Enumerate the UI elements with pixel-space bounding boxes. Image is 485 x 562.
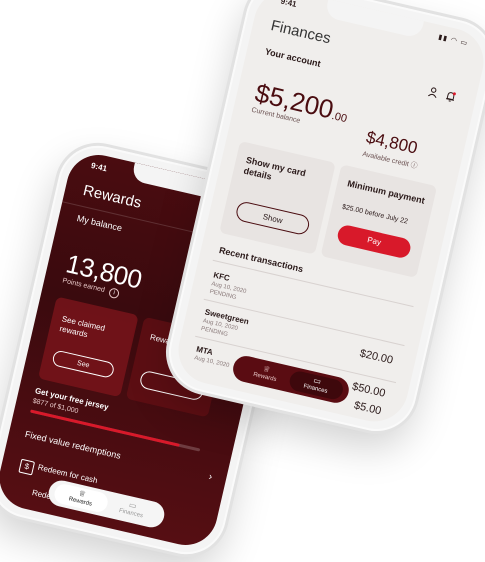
chevron-right-icon[interactable]: › <box>208 471 214 482</box>
bottom-nav: ♕ Rewards ▭ Finances <box>46 478 167 530</box>
transaction-date: Aug 10, 2020 <box>193 355 230 370</box>
min-payment-card: Minimum payment $25.00 before July 22 Pa… <box>320 164 438 278</box>
card-icon: ▭ <box>128 500 138 511</box>
finances-screen: 9:41 ▮▮ ◠ ▭ Finances Your account $5,200… <box>171 0 485 429</box>
nav-rewards[interactable]: ♕ Rewards <box>52 482 110 514</box>
min-payment-label: Minimum payment <box>346 178 426 206</box>
min-payment-sub: $25.00 before July 22 <box>341 203 409 226</box>
status-time: 9:41 <box>90 160 108 174</box>
card-details-label: Show my card details <box>242 154 307 182</box>
bottom-nav: ♕ Rewards ▭ Finances <box>230 353 352 406</box>
show-button[interactable]: Show <box>234 200 312 237</box>
nav-finances[interactable]: ▭ Finances <box>103 494 160 526</box>
info-icon[interactable]: ⓘ <box>410 162 418 170</box>
card-details-card: Show my card details Show <box>219 140 336 255</box>
card-icon: ▭ <box>312 375 323 387</box>
trophy-icon: ♕ <box>77 488 87 499</box>
see-button[interactable]: See <box>51 349 116 379</box>
current-balance: $5,200.00 <box>252 78 351 130</box>
claimed-rewards-label: See claimed rewards <box>58 314 106 340</box>
page-title: Finances <box>269 17 333 48</box>
status-time: 9:41 <box>279 0 298 9</box>
signal-wifi-battery-icon: ▮▮ ◠ ▭ <box>437 33 469 48</box>
finances-phone: 9:41 ▮▮ ◠ ▭ Finances Your account $5,200… <box>160 0 485 439</box>
account-subtitle: Your account <box>264 46 322 69</box>
nav-finances[interactable]: ▭ Finances <box>287 369 345 402</box>
claimed-rewards-card: See claimed rewards See <box>37 296 139 398</box>
bell-icon[interactable] <box>445 90 457 103</box>
transaction-amount: $5.00 <box>352 399 383 418</box>
phone-notch <box>324 0 424 39</box>
pay-button[interactable]: Pay <box>335 223 413 260</box>
balance-cents: .00 <box>330 110 349 126</box>
trophy-icon: ♕ <box>262 364 272 375</box>
nav-rewards[interactable]: ♕ Rewards <box>237 358 294 390</box>
cash-icon: $ <box>18 458 36 476</box>
user-icon[interactable] <box>427 86 439 99</box>
transaction-amount: $50.00 <box>350 380 387 400</box>
fixed-value-title: Fixed value redemptions <box>24 428 122 461</box>
transaction-amount: $20.00 <box>358 347 395 367</box>
recent-transactions-title: Recent transactions <box>218 245 305 275</box>
balance-label: My balance <box>75 213 124 234</box>
